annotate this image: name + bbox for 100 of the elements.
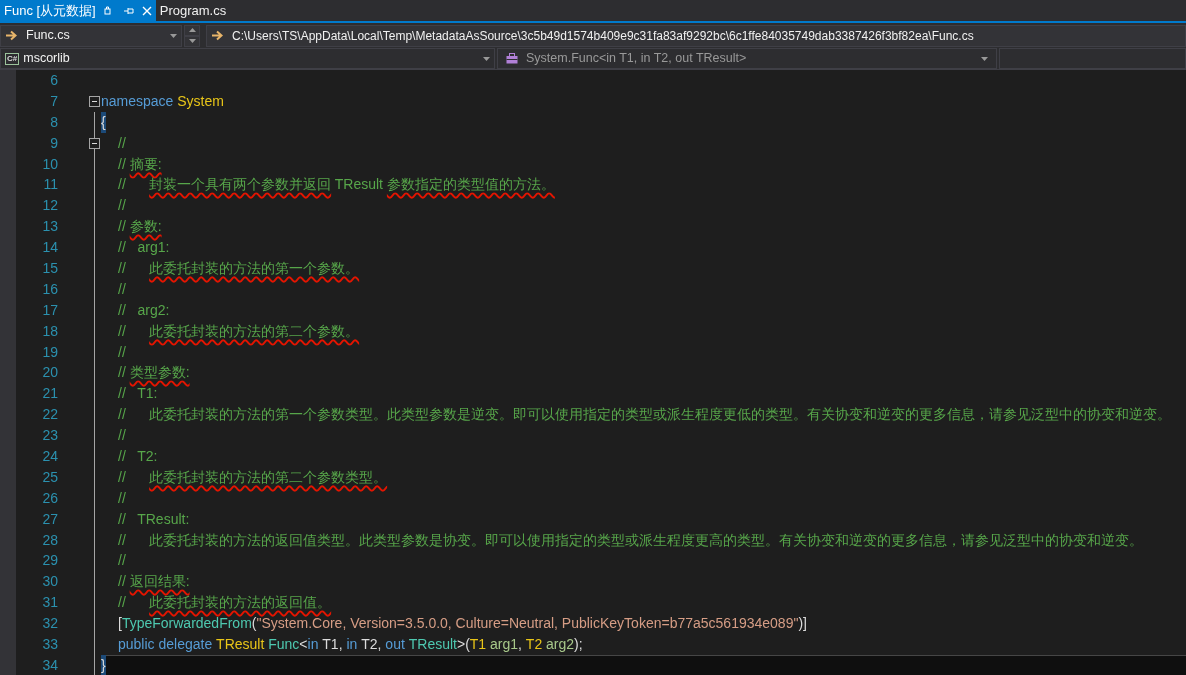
code-comment: 返回结果: [129, 572, 190, 592]
arrow-icon [211, 30, 224, 41]
code-comment: // TResult: [118, 509, 190, 529]
code-comment: TResult [333, 175, 384, 195]
member-dropdown[interactable]: System.Func<in T1, in T2, out TResult> [497, 48, 997, 69]
line-number: 23 [41, 426, 58, 446]
code-token: >( [456, 635, 470, 654]
code-token: arg2 [546, 635, 575, 654]
code-comment: 摘要: [129, 154, 162, 174]
code-comment: // [118, 175, 127, 195]
line-number: 32 [41, 614, 58, 634]
code-token: , [518, 635, 523, 654]
line-number: 15 [41, 258, 58, 278]
code-comment: // [118, 551, 126, 571]
code-comment: 参数: [129, 217, 162, 237]
code-comment: // [118, 593, 127, 613]
line-number: 9 [49, 133, 58, 153]
code-token: Func [268, 635, 300, 654]
line-number: 25 [41, 467, 58, 487]
code-comment: // T2: [118, 447, 158, 466]
code-comment: // [118, 321, 127, 341]
code-comment: // [118, 133, 126, 153]
editor-tab[interactable]: Program.cs [155, 0, 231, 21]
collapse-icon[interactable] [89, 95, 100, 107]
code-comment: 参数指定的类型值的方法。 [386, 175, 555, 195]
code-token: TResult [216, 635, 266, 654]
code-token: ( [251, 614, 257, 634]
code-comment: // [118, 342, 126, 362]
code-comment: // [118, 572, 127, 592]
code-token: public [118, 635, 156, 654]
code-comment: // [118, 154, 127, 174]
scroll-down-button[interactable] [184, 35, 200, 47]
code-token: ); [574, 635, 583, 654]
line-number: 19 [41, 342, 58, 362]
pin-icon[interactable] [103, 5, 134, 16]
line-number: 24 [41, 447, 58, 466]
code-comment: 此委托封装的方法的返回值。 [149, 593, 332, 613]
code-comment: // arg2: [118, 300, 170, 320]
code-token: )] [798, 614, 807, 634]
path-field[interactable]: C:\Users\TS\AppData\Local\Temp\MetadataAsSource\3c5b49d1574b409e9c31fa83af9292bc\6c1ffe84035749dab3387426f3bf82ea\Func.cs [206, 24, 1186, 47]
editor-tab[interactable]: Func [从元数据] [0, 0, 156, 21]
code-comment: 此委托封装的方法的第二个参数类型。 [149, 467, 388, 487]
line-number: 33 [41, 635, 58, 654]
code-token: out [385, 635, 406, 654]
csharp-project-icon: C# [5, 52, 20, 65]
code-comment: 封装一个具有两个参数并返回 [149, 175, 332, 195]
code-token: System [177, 91, 224, 111]
member-name: System.Func<in T1, in T2, out TResult> [526, 50, 748, 68]
project-dropdown[interactable]: C# mscorlib [0, 48, 495, 69]
code-comment: // [118, 196, 126, 216]
line-number: 7 [49, 91, 58, 111]
code-token: T2, [361, 635, 383, 654]
code-token: [ [118, 614, 122, 634]
line-number: 6 [49, 70, 58, 90]
code-editor[interactable] [0, 70, 1186, 675]
line-number: 26 [41, 488, 58, 508]
code-token: in [346, 635, 359, 654]
code-token: < [299, 635, 308, 654]
code-token: { [101, 111, 106, 133]
line-number: 10 [41, 154, 58, 174]
code-token: T1, [322, 635, 344, 654]
caret-down-icon [188, 39, 196, 43]
code-comment: 此委托封装的方法的第二个参数。 [149, 321, 360, 341]
code-comment: // [118, 279, 126, 299]
code-comment: // [118, 258, 127, 278]
code-comment: // arg1: [118, 238, 170, 258]
code-token: in [307, 635, 320, 654]
line-number: 30 [41, 572, 58, 592]
file-path: C:\Users\TS\AppData\Local\Temp\MetadataAsSource\3c5b49d1574b409e9c31fa83af9292bc\6c1ffe84035749dab3387426f3bf82ea\Func.cs [232, 27, 974, 45]
line-number: 20 [41, 363, 58, 383]
line-number: 34 [41, 655, 58, 675]
line-number: 28 [41, 530, 58, 550]
line-number: 16 [41, 279, 58, 299]
code-comment: // [118, 488, 126, 508]
line-number: 18 [41, 321, 58, 341]
code-token: } [101, 654, 106, 675]
line-number: 14 [41, 238, 58, 258]
code-token: "System.Core, Version=3.5.0.0, Culture=Neutral, PublicKeyToken=b77a5c561934e089" [256, 614, 799, 634]
line-number: 31 [41, 593, 58, 613]
code-comment: // [118, 467, 127, 487]
collapse-icon[interactable] [89, 137, 100, 149]
close-icon[interactable] [141, 5, 152, 16]
code-token: T2 [525, 635, 544, 654]
line-number: 21 [41, 384, 58, 404]
caret-icon [981, 56, 988, 61]
line-number: 8 [49, 112, 58, 132]
line-number: 12 [41, 196, 58, 216]
code-token: T1 [469, 635, 488, 654]
code-token: TResult [408, 635, 457, 654]
code-comment: // [118, 426, 126, 446]
code-comment: // T1: [118, 384, 158, 404]
arrow-icon [5, 30, 18, 41]
code-comment: // [118, 217, 127, 237]
code-token: delegate [158, 635, 214, 654]
scroll-up-button[interactable] [184, 24, 200, 36]
caret-icon [170, 33, 177, 38]
code-comment: 类型参数: [129, 363, 190, 383]
code-token: namespace [101, 91, 175, 111]
file-dropdown[interactable]: Func.cs [0, 24, 182, 47]
line-number: 29 [41, 551, 58, 571]
